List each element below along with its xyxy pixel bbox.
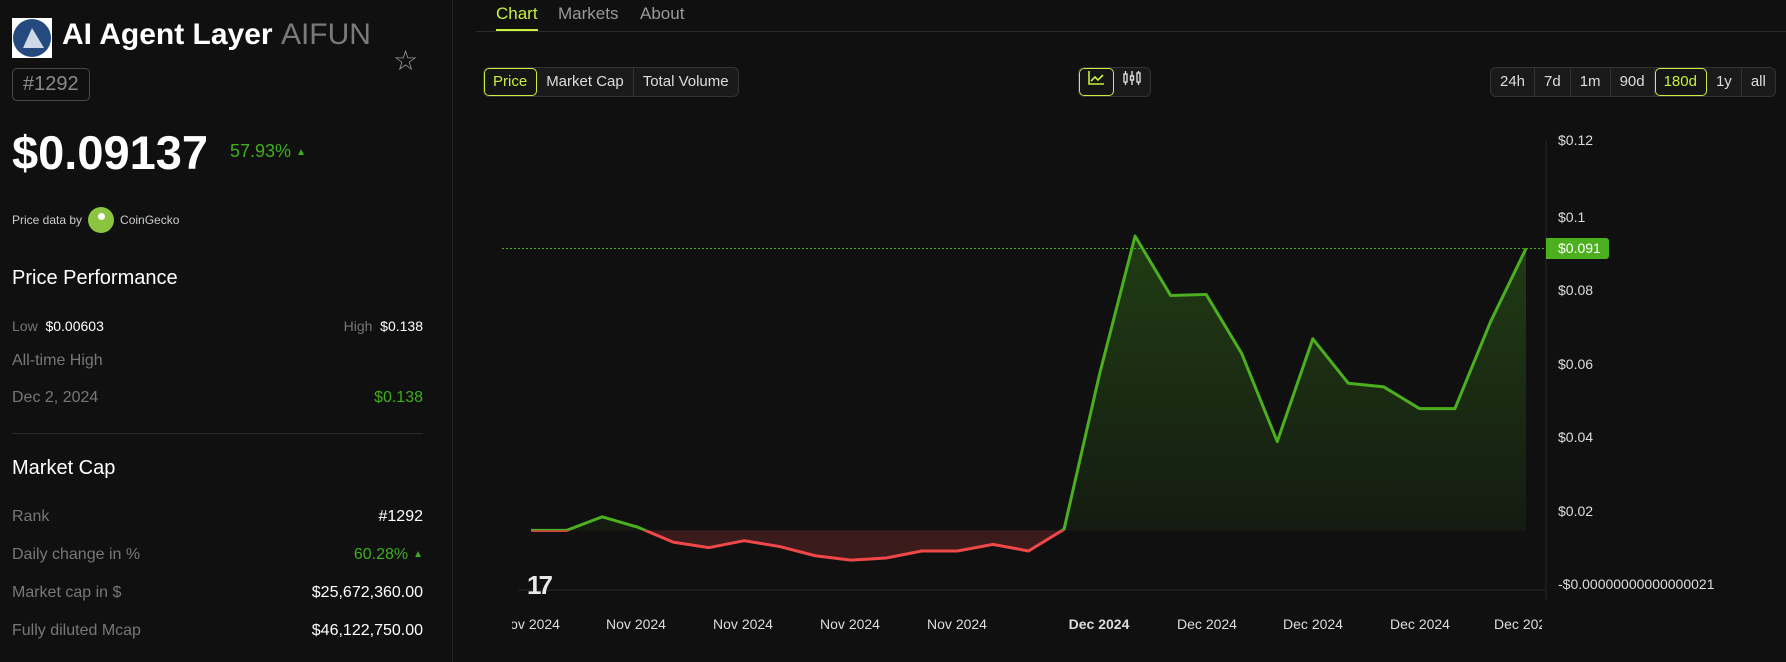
market-cap-row: Market cap in $ $25,672,360.00 xyxy=(12,584,423,602)
up-arrow-icon: ▲ xyxy=(413,549,423,560)
y-tick-label: $0.02 xyxy=(1558,502,1594,519)
total-volume-button[interactable]: Total Volume xyxy=(634,68,738,96)
price-change-value: 57.93% xyxy=(230,141,292,161)
up-arrow-icon: ▲ xyxy=(296,147,306,158)
range-90d-button[interactable]: 90d xyxy=(1611,68,1655,96)
x-tick-label: Nov 2024 xyxy=(713,616,773,632)
market-cap-label: Market cap in $ xyxy=(12,584,122,601)
price-button[interactable]: Price xyxy=(484,68,538,96)
x-tick-label: Dec 2024 xyxy=(1283,616,1343,632)
candlestick-icon xyxy=(1123,71,1141,85)
coin-title: AI Agent Layer AIFUN xyxy=(62,18,371,52)
daily-change-value: 60.28% xyxy=(353,546,409,563)
rank-label: Rank xyxy=(12,508,50,525)
market-cap-heading: Market Cap xyxy=(12,457,116,479)
x-tick-label: Dec 2024 xyxy=(1494,616,1554,632)
tradingview-logo-icon: 17 xyxy=(527,570,553,600)
metric-selector: Price Market Cap Total Volume xyxy=(483,67,739,97)
rank-badge: #1292 xyxy=(12,68,90,101)
coin-sidebar: AI Agent Layer AIFUN ☆ #1292 $0.09137 57… xyxy=(0,0,453,662)
x-tick-label: Nov 2024 xyxy=(500,616,560,632)
x-tick-label: Nov 2024 xyxy=(606,616,666,632)
current-price-marker: $0.091 xyxy=(1546,238,1609,259)
star-icon[interactable]: ☆ xyxy=(393,44,418,77)
range-7d-button[interactable]: 7d xyxy=(1535,68,1571,96)
daily-change-label: Daily change in % xyxy=(12,546,141,563)
range-selector: 24h 7d 1m 90d 180d 1y all xyxy=(1490,67,1776,97)
y-tick-label: -$0.00000000000000021 xyxy=(1558,576,1715,592)
rank-row: Rank #1292 xyxy=(12,508,423,526)
rank-value: #1292 xyxy=(378,508,424,525)
high-label: High xyxy=(343,318,373,334)
price-source: Price data by CoinGecko xyxy=(12,207,179,233)
y-tick-label: $0.08 xyxy=(1558,282,1594,299)
coin-logo xyxy=(12,18,52,58)
ath-row: Dec 2, 2024 $0.138 xyxy=(12,389,423,407)
low-label: Low xyxy=(12,318,38,334)
price-change: 57.93% ▲ xyxy=(230,141,306,162)
y-tick-label: $0.04 xyxy=(1558,429,1594,446)
line-chart-button[interactable] xyxy=(1079,68,1114,96)
current-price: $0.09137 xyxy=(12,126,209,179)
low-high-row: Low $0.00603 High $0.138 xyxy=(12,318,423,334)
market-cap-value: $25,672,360.00 xyxy=(311,584,423,601)
coingecko-logo-icon xyxy=(88,207,115,233)
fdv-label: Fully diluted Mcap xyxy=(12,622,141,639)
ath-label: All-time High xyxy=(12,352,103,369)
range-1y-button[interactable]: 1y xyxy=(1707,68,1742,96)
ath-date: Dec 2, 2024 xyxy=(12,389,99,406)
chart-type-selector xyxy=(1078,67,1151,97)
range-all-button[interactable]: all xyxy=(1742,68,1775,96)
y-tick-label: $0.12 xyxy=(1558,132,1594,148)
ath-value: $0.138 xyxy=(374,389,423,406)
low-value: $0.00603 xyxy=(45,318,104,334)
price-data-by-label: Price data by xyxy=(12,213,83,227)
divider xyxy=(12,433,423,434)
y-tick-label: $0.06 xyxy=(1558,355,1594,372)
candlestick-button[interactable] xyxy=(1114,68,1150,96)
price-performance-heading: Price Performance xyxy=(12,267,178,289)
tab-about[interactable]: About xyxy=(640,2,684,32)
price-chart[interactable] xyxy=(500,120,1786,600)
high-value: $0.138 xyxy=(380,318,423,334)
fdv-value: $46,122,750.00 xyxy=(311,622,423,639)
tab-markets[interactable]: Markets xyxy=(558,2,618,32)
area-above-baseline xyxy=(566,236,1526,531)
tab-divider xyxy=(476,31,1786,32)
tab-chart[interactable]: Chart xyxy=(496,2,538,32)
daily-change-row: Daily change in % 60.28% ▲ xyxy=(12,546,423,564)
x-tick-label: Nov 2024 xyxy=(820,616,880,632)
ath-label-row: All-time High xyxy=(12,352,423,370)
market-cap-button[interactable]: Market Cap xyxy=(537,68,634,96)
coin-symbol: AIFUN xyxy=(280,18,371,51)
range-180d-button[interactable]: 180d xyxy=(1654,68,1707,96)
range-24h-button[interactable]: 24h xyxy=(1491,68,1536,96)
x-tick-label: Nov 2024 xyxy=(927,616,987,632)
provider-link[interactable]: CoinGecko xyxy=(120,213,179,227)
y-tick-label: $0.1 xyxy=(1558,209,1586,225)
x-tick-label: Dec 2024 xyxy=(1177,616,1237,632)
coin-name: AI Agent Layer xyxy=(62,18,273,51)
range-1m-button[interactable]: 1m xyxy=(1571,68,1611,96)
x-tick-label: Dec 2024 xyxy=(1068,616,1130,632)
line-chart-icon xyxy=(1088,71,1104,85)
x-tick-label: Dec 2024 xyxy=(1390,616,1450,632)
fdv-row: Fully diluted Mcap $46,122,750.00 xyxy=(12,622,423,640)
